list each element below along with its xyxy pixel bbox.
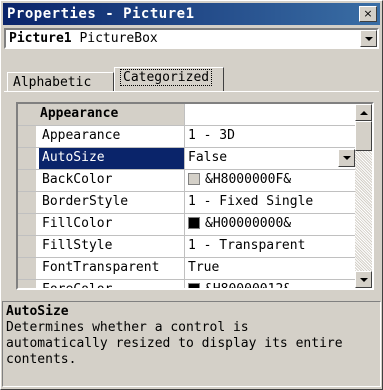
description-pane: AutoSize Determines whether a control is… — [2, 301, 381, 387]
row-gutter — [18, 148, 36, 169]
description-line: automatically resized to display its ent… — [6, 336, 343, 351]
property-name: FillStyle — [39, 236, 185, 257]
property-value[interactable]: &H8000000F& — [185, 170, 356, 191]
object-name: Picture1 — [9, 31, 72, 46]
properties-window: Properties - Picture1 × Picture1 Picture… — [0, 0, 383, 390]
property-value[interactable]: 1 - 3D — [185, 126, 356, 147]
tab-alphabetic[interactable]: Alphabetic — [7, 72, 114, 92]
description-line: Determines whether a control is — [6, 320, 249, 335]
property-name: BorderStyle — [39, 192, 185, 213]
category-value-cell — [185, 104, 356, 125]
property-name: FillColor — [39, 214, 185, 235]
property-name: Appearance — [39, 126, 185, 147]
chevron-down-icon — [343, 156, 351, 160]
property-row[interactable]: FillColor &H00000000& — [18, 214, 356, 236]
property-value[interactable]: &H00000000& — [185, 214, 356, 235]
chevron-down-icon — [365, 37, 373, 41]
property-value: False — [188, 150, 228, 165]
title-bar[interactable]: Properties - Picture1 × — [3, 3, 380, 25]
color-swatch-icon — [188, 283, 200, 288]
property-row[interactable]: Appearance 1 - 3D — [18, 126, 356, 148]
description-title: AutoSize — [6, 304, 69, 319]
chevron-up-icon — [360, 111, 368, 115]
color-swatch-icon — [188, 173, 200, 185]
color-swatch-icon — [188, 217, 200, 229]
property-value[interactable]: 1 - Transparent — [185, 236, 356, 257]
property-value-text: &H00000000& — [205, 216, 292, 231]
object-type: PictureBox — [79, 31, 158, 46]
tab-categorized-label: Categorized — [120, 69, 213, 86]
property-value-text: &H8000000F& — [205, 172, 292, 187]
row-gutter — [18, 280, 36, 288]
row-gutter — [18, 236, 36, 257]
value-dropdown-button[interactable] — [338, 149, 355, 167]
tab-categorized[interactable]: Categorized — [114, 67, 224, 91]
scroll-up-button[interactable] — [355, 104, 372, 121]
object-combobox[interactable]: Picture1 PictureBox — [4, 28, 379, 49]
description-line: contents. — [6, 352, 77, 367]
property-value-editor[interactable]: False — [185, 148, 356, 169]
scroll-thumb[interactable] — [355, 121, 372, 151]
property-row[interactable]: FillStyle 1 - Transparent — [18, 236, 356, 258]
tab-divider — [4, 91, 379, 92]
chevron-down-icon — [360, 278, 368, 282]
property-row[interactable]: BackColor &H8000000F& — [18, 170, 356, 192]
row-gutter — [18, 258, 36, 279]
category-label: Appearance — [18, 104, 185, 125]
property-value[interactable]: True — [185, 258, 356, 279]
property-row[interactable]: FontTransparent True — [18, 258, 356, 280]
property-row[interactable]: BorderStyle 1 - Fixed Single — [18, 192, 356, 214]
property-name: FontTransparent — [39, 258, 185, 279]
row-gutter — [18, 126, 36, 147]
property-row[interactable]: ForeColor &H80000012& — [18, 280, 356, 290]
category-row-appearance[interactable]: Appearance — [18, 104, 356, 126]
property-value[interactable]: &H80000012& — [185, 280, 356, 290]
object-dropdown-button[interactable] — [360, 30, 377, 47]
scroll-down-button[interactable] — [355, 271, 372, 288]
property-name: AutoSize — [39, 148, 185, 169]
property-name: ForeColor — [39, 280, 185, 288]
close-button[interactable]: × — [359, 6, 377, 22]
row-gutter — [18, 170, 36, 191]
vertical-scrollbar[interactable] — [355, 104, 372, 288]
row-gutter — [18, 192, 36, 213]
property-grid: Appearance Appearance 1 - 3D AutoSize Fa… — [16, 102, 374, 290]
object-combobox-value: Picture1 PictureBox — [9, 31, 158, 46]
property-value-text: &H80000012& — [205, 282, 292, 290]
property-name: BackColor — [39, 170, 185, 191]
tab-alphabetic-label: Alphabetic — [13, 75, 92, 90]
property-row-selected[interactable]: AutoSize False — [18, 148, 356, 170]
row-gutter — [18, 214, 36, 235]
window-title: Properties - Picture1 — [7, 6, 195, 22]
property-value[interactable]: 1 - Fixed Single — [185, 192, 356, 213]
